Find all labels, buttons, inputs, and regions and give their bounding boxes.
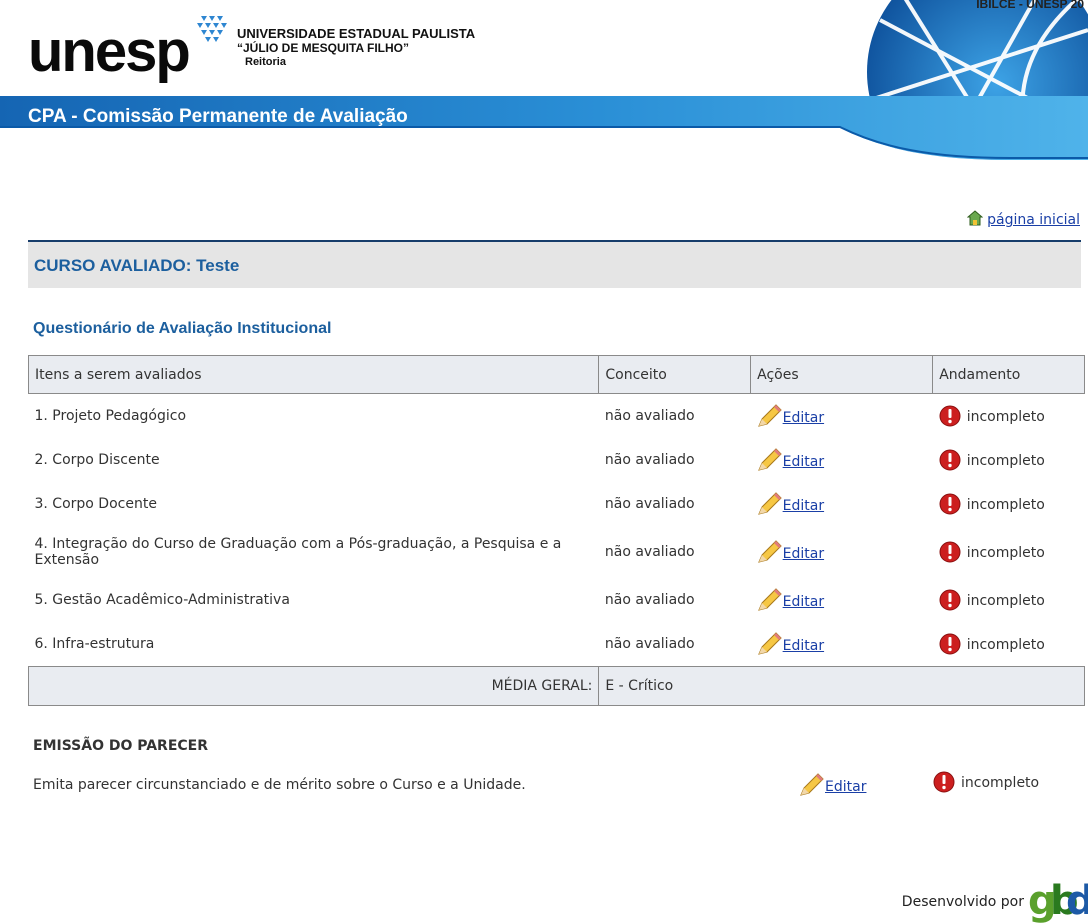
row-item: 3. Corpo Docente — [34, 496, 157, 512]
emissao-title: EMISSÃO DO PARECER — [33, 738, 209, 754]
table-row: 5. Gestão Acadêmico-Administrativa não a… — [29, 578, 1085, 622]
pencil-icon[interactable] — [757, 448, 783, 472]
row-status: incompleto — [933, 394, 1085, 439]
row-concept: não avaliado — [604, 408, 695, 424]
pencil-icon[interactable] — [757, 588, 783, 612]
row-action: Editar — [751, 438, 933, 482]
edit-link[interactable]: Editar — [783, 546, 824, 562]
unesp-logo-mark — [197, 16, 227, 42]
pencil-icon[interactable] — [757, 632, 783, 656]
column-header-concept: Conceito — [598, 355, 752, 394]
row-status: incompleto — [933, 578, 1085, 622]
status-text: incompleto — [966, 545, 1045, 561]
edit-link[interactable]: Editar — [825, 779, 866, 795]
status-text: incompleto — [966, 637, 1045, 653]
status-text: incompleto — [961, 775, 1040, 791]
edit-link[interactable]: Editar — [783, 638, 824, 654]
row-action: Editar — [751, 482, 933, 526]
table-header-row: Itens a serem avaliados Conceito Ações A… — [27, 355, 1085, 394]
column-header-items: Itens a serem avaliados — [27, 355, 600, 394]
row-status: incompleto — [933, 526, 1085, 578]
row-action: Editar — [751, 394, 933, 439]
university-line2: “JÚLIO DE MESQUITA FILHO” — [237, 41, 410, 55]
pencil-icon[interactable] — [757, 404, 783, 428]
emissao-text: Emita parecer circunstanciado e de mérit… — [33, 777, 526, 793]
university-line1: UNIVERSIDADE ESTADUAL PAULISTA — [237, 26, 476, 41]
table-row: 4. Integração do Curso de Graduação com … — [29, 526, 1085, 578]
svg-text:d: d — [1066, 878, 1088, 924]
pencil-icon[interactable] — [799, 773, 825, 797]
table-row: 3. Corpo Docente não avaliado Editar inc… — [29, 482, 1085, 526]
summary-row: MÉDIA GERAL: E - Crítico — [27, 666, 1085, 706]
row-concept: não avaliado — [604, 636, 695, 652]
alert-icon — [933, 771, 955, 793]
edit-link[interactable]: Editar — [783, 410, 824, 426]
column-header-actions: Ações — [750, 355, 934, 394]
row-status: incompleto — [933, 622, 1085, 667]
edit-link[interactable]: Editar — [783, 498, 824, 514]
emissao-status: incompleto — [933, 771, 1039, 793]
footer-credit: Desenvolvido por — [901, 894, 1024, 910]
status-text: incompleto — [966, 497, 1045, 513]
row-item: 1. Projeto Pedagógico — [34, 408, 187, 424]
course-title: CURSO AVALIADO: Teste — [34, 256, 240, 275]
status-text: incompleto — [966, 593, 1045, 609]
table-row: 6. Infra-estrutura não avaliado Editar i… — [29, 622, 1085, 667]
pencil-icon[interactable] — [757, 540, 783, 564]
row-concept: não avaliado — [604, 496, 695, 512]
course-bar: CURSO AVALIADO: Teste — [28, 240, 1081, 288]
row-status: incompleto — [933, 438, 1085, 482]
column-header-status: Andamento — [932, 355, 1085, 394]
cpa-title: CPA - Comissão Permanente de Avaliação — [28, 106, 408, 127]
table-row: 1. Projeto Pedagógico não avaliado Edita… — [29, 394, 1085, 439]
row-concept: não avaliado — [604, 452, 695, 468]
summary-label: MÉDIA GERAL: — [27, 666, 600, 706]
emissao-action: Editar — [799, 773, 866, 797]
status-text: incompleto — [966, 409, 1045, 425]
home-icon[interactable] — [967, 210, 984, 226]
pencil-icon[interactable] — [757, 492, 783, 516]
summary-value: E - Crítico — [598, 666, 1085, 706]
edit-link[interactable]: Editar — [783, 594, 824, 610]
row-action: Editar — [751, 526, 933, 578]
university-name: UNIVERSIDADE ESTADUAL PAULISTA “JÚLIO DE… — [237, 26, 475, 69]
row-item: 2. Corpo Discente — [34, 452, 160, 468]
status-text: incompleto — [966, 453, 1045, 469]
site-header: IBILCE - UNESP 20 unesp UNIVERSIDADE EST… — [0, 0, 1088, 160]
university-line3: Reitoria — [245, 56, 286, 68]
footer: Desenvolvido por g b d — [828, 864, 1088, 924]
table-row: 2. Corpo Discente não avaliado Editar in… — [29, 438, 1085, 482]
emissao-row: Emita parecer circunstanciado e de mérit… — [33, 770, 1085, 800]
row-concept: não avaliado — [604, 592, 695, 608]
row-item: 5. Gestão Acadêmico-Administrativa — [34, 592, 290, 608]
row-action: Editar — [751, 578, 933, 622]
alert-icon — [939, 405, 961, 427]
questionnaire-title: Questionário de Avaliação Institucional — [33, 320, 332, 337]
home-link[interactable]: página inicial — [987, 212, 1080, 228]
evaluation-table: Itens a serem avaliados Conceito Ações A… — [27, 355, 1085, 706]
row-item: 4. Integração do Curso de Graduação com … — [34, 536, 562, 568]
gbd-logo[interactable]: g b d — [1028, 870, 1088, 924]
home-link-container: página inicial — [967, 210, 1080, 228]
edit-link[interactable]: Editar — [783, 454, 824, 470]
row-concept: não avaliado — [604, 544, 695, 560]
row-status: incompleto — [933, 482, 1085, 526]
unesp-logo-text: unesp — [28, 19, 191, 84]
alert-icon — [939, 633, 961, 655]
alert-icon — [939, 449, 961, 471]
alert-icon — [939, 589, 961, 611]
alert-icon — [939, 541, 961, 563]
top-right-label: IBILCE - UNESP 20 — [976, 0, 1084, 11]
alert-icon — [939, 493, 961, 515]
row-action: Editar — [751, 622, 933, 667]
row-item: 6. Infra-estrutura — [34, 636, 155, 652]
